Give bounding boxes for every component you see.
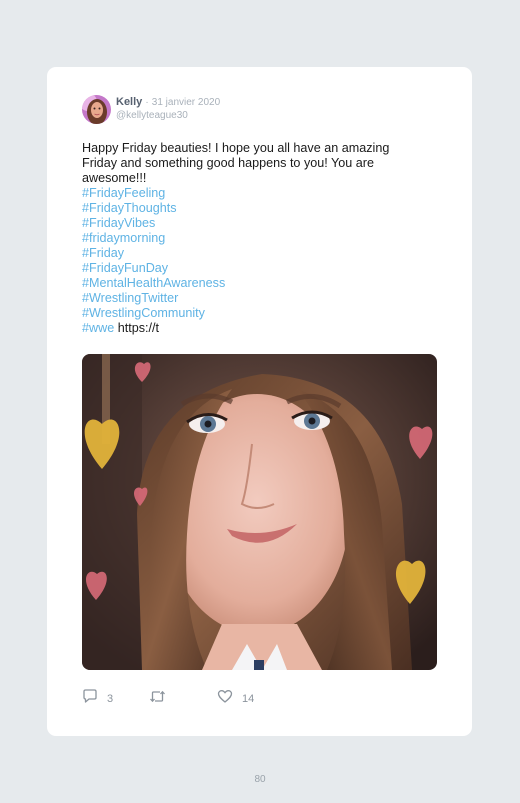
reply-icon xyxy=(82,689,98,709)
tweet-actions: 3 14 xyxy=(82,689,282,709)
tweet-text-line: Happy Friday beauties! I hope you all ha… xyxy=(82,141,390,155)
like-button[interactable]: 14 xyxy=(217,690,254,708)
hashtag-link[interactable]: #WrestlingCommunity xyxy=(82,306,432,321)
hashtag-link[interactable]: #FridayThoughts xyxy=(82,201,432,216)
reply-button[interactable]: 3 xyxy=(82,689,114,709)
retweet-icon xyxy=(149,689,166,709)
author-name[interactable]: Kelly xyxy=(116,96,142,108)
tweet-photo[interactable] xyxy=(82,354,437,670)
reply-count: 3 xyxy=(107,693,114,705)
tweet-card: Kelly · 31 janvier 2020 @kellyteague30 H… xyxy=(47,67,472,736)
last-line: #wwe https://t xyxy=(82,321,432,336)
hashtag-link[interactable]: #WrestlingTwitter xyxy=(82,291,432,306)
hashtag-link[interactable]: #FridayVibes xyxy=(82,216,432,231)
tweet-text-line: awesome!!! xyxy=(82,171,147,185)
author-handle[interactable]: @kellyteague30 xyxy=(116,110,188,122)
tweet-header: Kelly · 31 janvier 2020 xyxy=(116,96,220,109)
post-date[interactable]: 31 janvier 2020 xyxy=(152,97,220,108)
hashtag-link[interactable]: #fridaymorning xyxy=(82,231,432,246)
tweet-text: Happy Friday beauties! I hope you all ha… xyxy=(82,141,432,336)
like-count: 14 xyxy=(242,693,255,705)
hashtag-link[interactable]: #MentalHealthAwareness xyxy=(82,276,432,291)
hashtag-link[interactable]: #wwe xyxy=(82,321,114,335)
hashtag-link[interactable]: #FridayFeeling xyxy=(82,186,432,201)
tweet-link[interactable]: https://t xyxy=(118,321,159,335)
page-number: 80 xyxy=(254,774,266,785)
hashtag-link[interactable]: #Friday xyxy=(82,246,432,261)
heart-icon xyxy=(217,689,233,709)
hashtag-link[interactable]: #FridayFunDay xyxy=(82,261,432,276)
avatar[interactable] xyxy=(82,95,111,124)
tweet-text-line: Friday and something good happens to you… xyxy=(82,156,374,170)
retweet-button[interactable] xyxy=(149,690,175,708)
meta-separator: · xyxy=(145,97,149,108)
